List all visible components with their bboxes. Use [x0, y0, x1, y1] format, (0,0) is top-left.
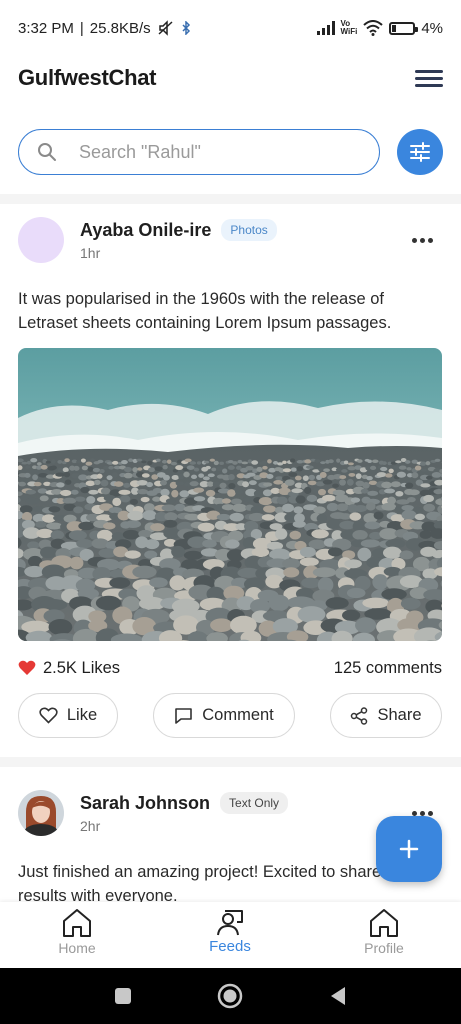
wifi-icon	[363, 20, 383, 36]
vowifi-bottom: WiFi	[340, 27, 358, 36]
more-options-icon[interactable]	[406, 232, 443, 249]
hamburger-menu-icon[interactable]	[415, 66, 443, 90]
likes-count[interactable]: 2.5K Likes	[18, 659, 120, 678]
back-triangle-icon	[331, 987, 345, 1005]
likes-text: 2.5K Likes	[43, 658, 121, 677]
author-line: Sarah Johnson Text Only	[80, 792, 289, 814]
author-block: Sarah Johnson Text Only 2hr	[80, 792, 289, 834]
status-bar: 3:32 PM | 25.8KB/s Vo WiFi 4%	[0, 0, 461, 56]
sliders-icon	[410, 142, 430, 162]
avatar[interactable]	[18, 790, 64, 836]
post-time: 1hr	[80, 245, 101, 261]
home-icon	[370, 909, 398, 937]
heart-icon	[18, 660, 36, 675]
author-name[interactable]: Sarah Johnson	[80, 793, 210, 814]
author-line: Ayaba Onile-ire Photos	[80, 219, 277, 241]
square-icon	[115, 988, 131, 1004]
create-post-button[interactable]	[376, 816, 442, 882]
share-icon	[351, 706, 368, 725]
app-header: GulfwestChat	[0, 56, 461, 100]
post-header: Ayaba Onile-ire Photos 1hr	[18, 215, 443, 265]
bottom-nav: Home Feeds Profile	[0, 902, 461, 968]
nav-item-feeds[interactable]: Feeds	[180, 908, 280, 955]
filter-button[interactable]	[397, 129, 443, 175]
battery-icon	[389, 21, 419, 35]
back-button[interactable]	[320, 968, 356, 1024]
avatar-photo	[18, 790, 64, 836]
search-icon	[38, 143, 56, 161]
users-icon	[217, 910, 243, 936]
home-icon	[63, 909, 91, 937]
net-speed: 25.8KB/s	[89, 19, 151, 37]
search-box[interactable]	[18, 129, 380, 175]
share-button[interactable]: Share	[330, 693, 442, 738]
signal-icon	[316, 21, 335, 35]
pebble-beach-photo	[18, 348, 442, 641]
post-time: 2hr	[80, 818, 101, 834]
status-time: 3:32 PM	[18, 19, 74, 37]
search-input[interactable]	[79, 141, 339, 163]
recents-button[interactable]	[105, 968, 141, 1024]
battery-fill	[392, 24, 397, 32]
status-left: 3:32 PM | 25.8KB/s	[18, 20, 191, 37]
status-right: Vo WiFi 4%	[316, 19, 443, 37]
author-name[interactable]: Ayaba Onile-ire	[80, 220, 211, 241]
avatar[interactable]	[18, 217, 64, 263]
comments-count[interactable]: 125 comments	[334, 659, 442, 678]
nav-label-profile: Profile	[364, 940, 404, 956]
share-label: Share	[377, 706, 422, 724]
section-divider	[0, 194, 461, 204]
system-nav-bar	[0, 968, 461, 1024]
home-system-button[interactable]	[212, 968, 248, 1024]
bluetooth-icon	[182, 21, 190, 35]
comment-icon	[175, 707, 193, 724]
like-button[interactable]: Like	[18, 693, 118, 738]
section-divider	[0, 757, 461, 767]
plus-icon	[399, 839, 419, 859]
comment-button[interactable]: Comment	[153, 693, 295, 738]
post-actions: Like Comment Share	[18, 693, 442, 738]
search-row	[18, 128, 443, 176]
nav-label-home: Home	[58, 940, 96, 956]
post-text: It was popularised in the 1960s with the…	[18, 290, 392, 332]
nav-label-feeds: Feeds	[209, 938, 251, 955]
mute-icon	[158, 20, 173, 36]
battery-text: 4%	[421, 19, 443, 37]
post-image[interactable]	[18, 348, 442, 641]
post-type-badge: Text Only	[220, 792, 289, 814]
post-stats: 2.5K Likes 125 comments	[18, 656, 442, 680]
circle-icon	[217, 983, 243, 1009]
like-label: Like	[66, 706, 98, 724]
comment-label: Comment	[202, 706, 274, 724]
app-title: GulfwestChat	[18, 65, 157, 90]
author-block: Ayaba Onile-ire Photos 1hr	[80, 219, 277, 261]
heart-outline-icon	[39, 707, 58, 724]
vowifi-indicator: Vo WiFi	[341, 20, 358, 36]
status-separator: |	[79, 19, 84, 37]
nav-item-home[interactable]: Home	[27, 908, 127, 956]
post-type-badge: Photos	[221, 219, 277, 241]
nav-item-profile[interactable]: Profile	[334, 908, 434, 956]
